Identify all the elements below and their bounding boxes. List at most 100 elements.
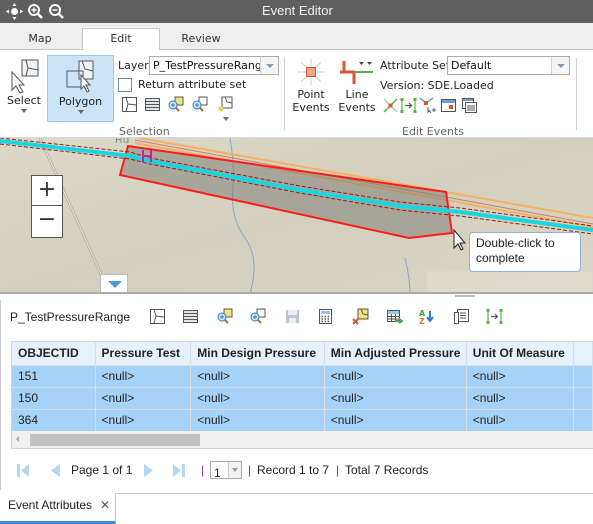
table-cell[interactable]: <null> [466, 387, 574, 410]
total-records: Total 7 Records [345, 463, 429, 477]
zoom-to-layer-icon[interactable] [191, 96, 208, 113]
add-vertex-icon[interactable] [419, 97, 436, 114]
attribute-set-label: Attribute Set: [380, 59, 454, 72]
table-cell[interactable]: 364 [12, 409, 96, 432]
first-page-icon[interactable] [16, 463, 30, 478]
table-cell[interactable] [573, 365, 593, 388]
previous-page-icon[interactable] [48, 463, 62, 478]
scroll-left-icon[interactable] [16, 436, 19, 442]
scrollbar-thumb[interactable] [30, 434, 200, 446]
table-cell[interactable]: 150 [12, 387, 96, 410]
table-cell[interactable]: <null> [95, 365, 192, 388]
attribution-box [426, 270, 593, 292]
tab-map[interactable]: Map [14, 29, 66, 50]
divider [284, 58, 285, 130]
column-header-unit-of-measure[interactable]: Unit Of Measure [466, 342, 574, 366]
polygon-button[interactable]: Polygon [47, 55, 114, 122]
table-header-row: OBJECTID Pressure Test Min Design Pressu… [12, 342, 593, 366]
table-cell[interactable]: <null> [95, 409, 192, 432]
table-cell[interactable]: <null> [466, 365, 574, 388]
save-icon[interactable] [284, 308, 301, 325]
edit-events-group-label: Edit Events [402, 125, 465, 138]
column-header-min-design-pressure[interactable]: Min Design Pressure [190, 342, 325, 366]
clear-selection-dropdown[interactable] [217, 96, 234, 122]
version-text: Version: SDE.Loaded [380, 79, 494, 92]
zoom-to-all-icon[interactable] [249, 308, 266, 325]
table-cell[interactable]: 151 [12, 365, 96, 388]
clear-selection-icon [218, 96, 233, 112]
zoom-in-button[interactable]: + [32, 176, 62, 206]
horizontal-scrollbar[interactable] [12, 431, 593, 448]
attribute-set-value: Default [451, 59, 492, 72]
table-cell[interactable]: <null> [324, 409, 467, 432]
measure-range-icon[interactable] [486, 308, 503, 325]
tab-event-attributes[interactable]: Event Attributes ✕ [0, 493, 116, 524]
pan-icon[interactable] [6, 3, 23, 20]
chevron-down-icon [77, 110, 84, 114]
table-row[interactable]: 151 <null> <null> <null> <null> [12, 365, 593, 388]
separator: | [336, 463, 340, 477]
tab-review[interactable]: Review [170, 29, 232, 50]
ribbon: Select Polygon Layer: P_TestPressureRang… [0, 50, 593, 138]
sort-icon[interactable]: AZ [418, 308, 435, 325]
table-cell[interactable]: <null> [324, 365, 467, 388]
tooltip-line-1: Double-click to [476, 236, 555, 250]
retire-event-icon[interactable] [382, 97, 399, 114]
attribute-set-select[interactable]: Default [447, 56, 570, 75]
separator: | [201, 463, 205, 477]
options-icon[interactable] [453, 308, 470, 325]
export-table-icon[interactable] [386, 308, 403, 325]
zoom-out-button[interactable]: − [32, 206, 62, 236]
column-header-objectid[interactable]: OBJECTID [12, 342, 96, 366]
chevron-down-icon [228, 462, 241, 478]
line-events-button[interactable]: Line Events [337, 56, 377, 122]
show-table-icon[interactable] [182, 308, 199, 325]
table-cell[interactable] [573, 387, 593, 410]
pager: Page 1 of 1 | 1 | Record 1 to 7 | Total … [0, 460, 593, 482]
draw-tooltip: Double-click to complete [469, 232, 581, 272]
chevron-down-icon [21, 109, 27, 113]
show-table-icon[interactable] [144, 96, 161, 113]
table-row[interactable]: 364 <null> <null> <null> <null> [12, 409, 593, 432]
return-attribute-set-checkbox[interactable] [118, 78, 132, 92]
tab-edit[interactable]: Edit [82, 28, 160, 51]
zoom-out-icon[interactable] [48, 3, 65, 20]
event-window-icon[interactable] [440, 97, 457, 114]
layer-select[interactable]: P_TestPressureRange [149, 56, 279, 75]
clear-selection-icon[interactable] [352, 308, 369, 325]
last-page-icon[interactable] [172, 463, 186, 478]
collapse-ribbon-toggle[interactable] [100, 274, 128, 292]
layer-value: P_TestPressureRange [153, 59, 269, 72]
select-features-icon[interactable] [121, 96, 138, 113]
table-cell[interactable]: <null> [324, 387, 467, 410]
next-page-icon[interactable] [142, 463, 156, 478]
line-events-label-2: Events [338, 101, 376, 114]
point-event-icon [298, 59, 324, 85]
table-cell[interactable]: <null> [190, 409, 325, 432]
zoom-to-selected-icon[interactable] [216, 308, 233, 325]
select-cursor-icon [11, 59, 39, 94]
select-button[interactable]: Select [4, 56, 44, 118]
column-header-min-adjusted-pressure[interactable]: Min Adjusted Pressure [324, 342, 467, 366]
splitter-grip[interactable] [455, 295, 475, 297]
zoom-in-icon[interactable] [27, 3, 44, 20]
table-row[interactable]: 150 <null> <null> <null> <null> [12, 387, 593, 410]
select-features-icon[interactable] [149, 308, 166, 325]
table-cell[interactable]: <null> [190, 387, 325, 410]
chevron-down-icon [222, 117, 229, 121]
calculator-icon[interactable] [317, 308, 334, 325]
point-events-button[interactable]: Point Events [292, 56, 330, 122]
table-cell[interactable]: <null> [190, 365, 325, 388]
column-header-pressure-test[interactable]: Pressure Test [95, 342, 192, 366]
table-cell[interactable] [573, 409, 593, 432]
multiple-windows-icon[interactable] [461, 97, 478, 114]
separator: | [248, 463, 252, 477]
table-cell[interactable]: <null> [95, 387, 192, 410]
close-icon[interactable]: ✕ [100, 498, 110, 512]
measure-range-icon[interactable] [400, 97, 417, 114]
map-view[interactable]: Rd + − Double-click to complete [0, 138, 593, 294]
return-attribute-set-label: Return attribute set [138, 78, 247, 91]
table-cell[interactable]: <null> [466, 409, 574, 432]
zoom-to-selected-icon[interactable] [167, 96, 184, 113]
page-select[interactable]: 1 [210, 461, 242, 480]
